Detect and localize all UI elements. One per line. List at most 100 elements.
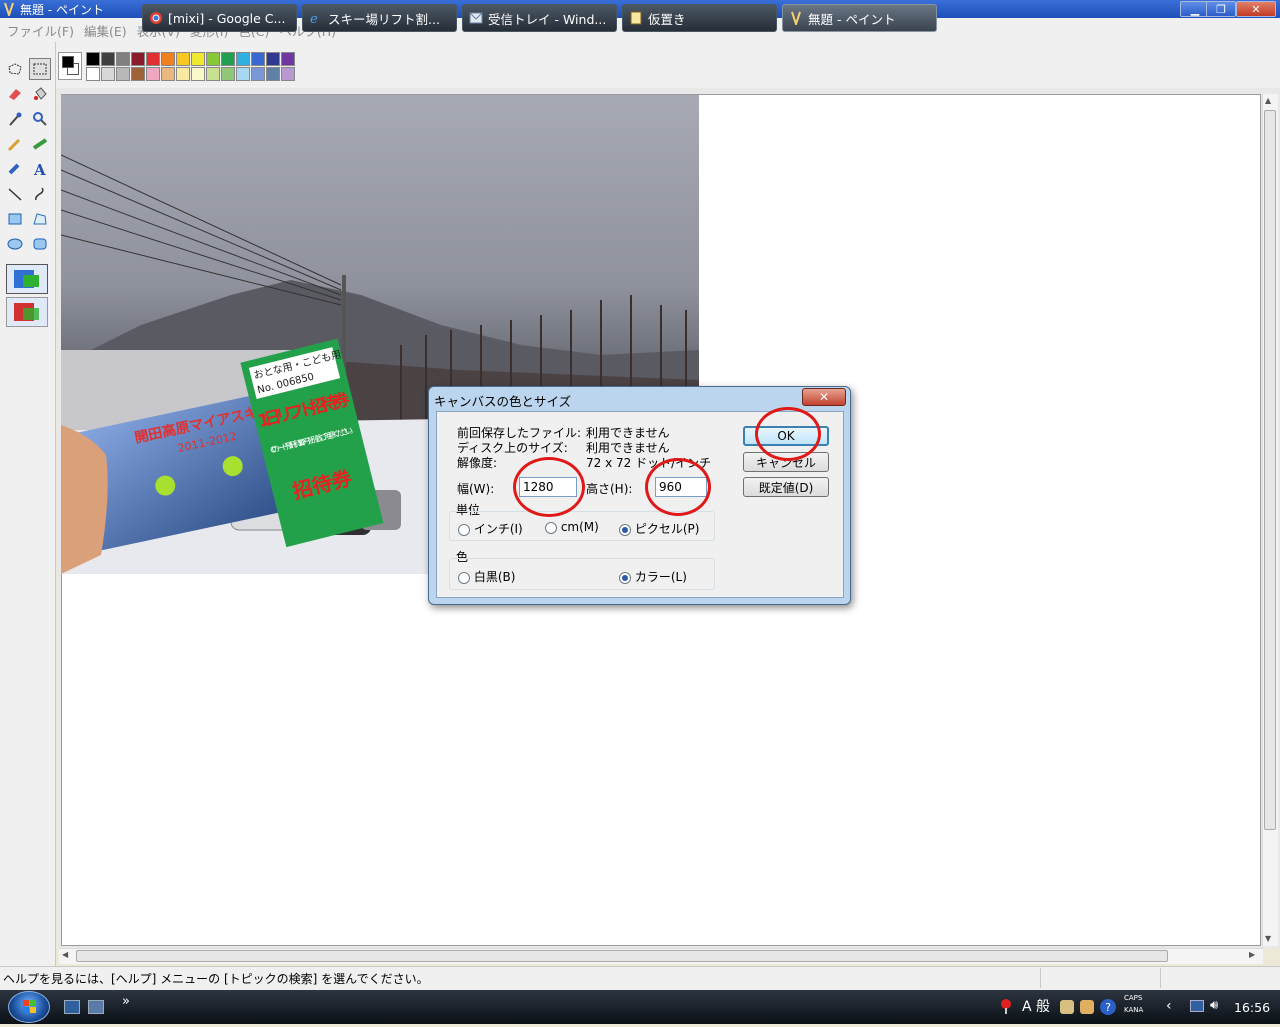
task-ie[interactable]: e スキー場リフト割... bbox=[302, 4, 457, 32]
dictionary-icon[interactable] bbox=[1080, 1000, 1094, 1014]
pencil-icon[interactable] bbox=[4, 133, 26, 155]
menu-file[interactable]: ファイル(F) bbox=[2, 21, 79, 40]
palette-swatch[interactable] bbox=[116, 52, 130, 66]
status-divider bbox=[1040, 968, 1041, 988]
task-paint[interactable]: 無題 - ペイント bbox=[782, 4, 937, 32]
color-color-label: カラー(L) bbox=[634, 570, 687, 584]
unit-cm-radio[interactable] bbox=[545, 521, 557, 534]
fill-bucket-icon[interactable] bbox=[29, 83, 51, 105]
language-bar-icon[interactable] bbox=[1000, 998, 1012, 1014]
network-icon[interactable] bbox=[1190, 1000, 1204, 1012]
default-button[interactable]: 既定値(D) bbox=[743, 477, 829, 497]
tray-expand-icon[interactable]: ‹ bbox=[1166, 998, 1172, 1014]
palette-swatch[interactable] bbox=[176, 52, 190, 66]
ime-mode-indicator[interactable]: A 般 bbox=[1022, 996, 1050, 1016]
scroll-right-arrow-icon[interactable]: ▶ bbox=[1249, 950, 1255, 959]
palette-swatch[interactable] bbox=[191, 67, 205, 81]
palette-swatch[interactable] bbox=[146, 52, 160, 66]
eraser-icon[interactable] bbox=[4, 83, 26, 105]
palette-swatch[interactable] bbox=[116, 67, 130, 81]
scroll-up-arrow-icon[interactable]: ▲ bbox=[1265, 96, 1271, 105]
dialog-title: キャンバスの色とサイズ bbox=[434, 394, 572, 409]
scroll-down-arrow-icon[interactable]: ▼ bbox=[1265, 934, 1271, 943]
color-bw-option[interactable]: 白黒(B) bbox=[458, 568, 515, 585]
horizontal-scroll-thumb[interactable] bbox=[76, 950, 1168, 962]
palette-swatch[interactable] bbox=[221, 52, 235, 66]
help-icon[interactable]: ? bbox=[1100, 999, 1116, 1015]
task-chrome[interactable]: [mixi] - Google C... bbox=[142, 4, 297, 32]
close-button[interactable]: ✕ bbox=[1236, 1, 1276, 17]
palette-swatch[interactable] bbox=[146, 67, 160, 81]
rect-select-icon[interactable] bbox=[29, 58, 51, 80]
free-form-select-icon[interactable] bbox=[4, 58, 26, 80]
curve-tool-icon[interactable] bbox=[29, 183, 51, 205]
magnifier-icon[interactable] bbox=[29, 108, 51, 130]
palette-swatch[interactable] bbox=[206, 67, 220, 81]
palette-swatch[interactable] bbox=[161, 52, 175, 66]
palette-swatch[interactable] bbox=[161, 67, 175, 81]
color-color-option[interactable]: カラー(L) bbox=[619, 568, 687, 585]
rounded-rect-tool-icon[interactable] bbox=[29, 233, 51, 255]
palette-swatch[interactable] bbox=[206, 52, 220, 66]
palette-swatch[interactable] bbox=[266, 67, 280, 81]
text-tool-icon[interactable]: A bbox=[29, 158, 51, 180]
palette-swatch[interactable] bbox=[191, 52, 205, 66]
palette-swatch[interactable] bbox=[131, 52, 145, 66]
unit-cm-option[interactable]: cm(M) bbox=[545, 520, 599, 534]
palette-swatch[interactable] bbox=[251, 52, 265, 66]
svg-text:A: A bbox=[33, 161, 46, 177]
palette-swatch[interactable] bbox=[266, 52, 280, 66]
palette-swatch[interactable] bbox=[86, 52, 100, 66]
status-bar: ヘルプを見るには、[ヘルプ] メニューの [トピックの検索] を選んでください。 bbox=[0, 966, 1280, 990]
rectangle-tool-icon[interactable] bbox=[4, 208, 26, 230]
start-button[interactable] bbox=[8, 991, 50, 1023]
palette-swatch[interactable] bbox=[101, 67, 115, 81]
menu-edit[interactable]: 編集(E) bbox=[79, 21, 132, 40]
restore-button[interactable]: ❐ bbox=[1206, 1, 1236, 17]
palette-swatch[interactable] bbox=[131, 67, 145, 81]
task-mail[interactable]: 受信トレイ - Wind... bbox=[462, 4, 617, 32]
unit-inch-radio[interactable] bbox=[458, 523, 470, 536]
internet-explorer-icon: e bbox=[310, 12, 318, 25]
annotation-circle-ok bbox=[755, 407, 821, 461]
unit-inch-option[interactable]: インチ(I) bbox=[458, 520, 523, 537]
task-label: スキー場リフト割... bbox=[328, 11, 440, 27]
width-label: 幅(W): bbox=[457, 482, 495, 496]
paint-app-icon[interactable] bbox=[2, 2, 16, 19]
unit-pixel-radio[interactable] bbox=[619, 523, 631, 536]
volume-icon[interactable]: 🔊︎ bbox=[1210, 998, 1218, 1013]
color-bw-radio[interactable] bbox=[458, 571, 470, 584]
palette-swatch[interactable] bbox=[176, 67, 190, 81]
airbrush-icon[interactable] bbox=[4, 158, 26, 180]
clock[interactable]: 16:56 bbox=[1234, 1000, 1270, 1015]
quicklaunch-chevron[interactable]: » bbox=[122, 994, 130, 1009]
vertical-scroll-thumb[interactable] bbox=[1264, 110, 1276, 830]
palette-swatch[interactable] bbox=[86, 67, 100, 81]
dialog-close-button[interactable]: ✕ bbox=[802, 388, 846, 406]
palette-swatch[interactable] bbox=[281, 52, 295, 66]
color-color-radio[interactable] bbox=[619, 571, 631, 584]
line-tool-icon[interactable] bbox=[4, 183, 26, 205]
brush-icon[interactable] bbox=[29, 133, 51, 155]
palette-swatch[interactable] bbox=[236, 67, 250, 81]
annotation-circle-height bbox=[645, 458, 711, 516]
ellipse-tool-icon[interactable] bbox=[4, 233, 26, 255]
switch-windows-icon[interactable] bbox=[88, 1000, 104, 1014]
unit-cm-label: cm(M) bbox=[560, 520, 599, 534]
color-picker-icon[interactable] bbox=[4, 108, 26, 130]
task-notes[interactable]: 仮置き bbox=[622, 4, 777, 32]
palette-swatch[interactable] bbox=[281, 67, 295, 81]
unit-pixel-option[interactable]: ピクセル(P) bbox=[619, 520, 699, 537]
ime-toolbar-icon[interactable] bbox=[1060, 1000, 1074, 1014]
transparent-option-icon[interactable] bbox=[6, 297, 48, 327]
opaque-option-icon[interactable] bbox=[6, 264, 48, 294]
show-desktop-icon[interactable] bbox=[64, 1000, 80, 1014]
palette-swatch[interactable] bbox=[101, 52, 115, 66]
foreground-color-swatch[interactable] bbox=[62, 56, 74, 68]
palette-swatch[interactable] bbox=[221, 67, 235, 81]
palette-swatch[interactable] bbox=[251, 67, 265, 81]
palette-swatch[interactable] bbox=[236, 52, 250, 66]
scroll-left-arrow-icon[interactable]: ◀ bbox=[62, 950, 68, 959]
resolution-label: 解像度: bbox=[457, 456, 498, 470]
polygon-tool-icon[interactable] bbox=[29, 208, 51, 230]
